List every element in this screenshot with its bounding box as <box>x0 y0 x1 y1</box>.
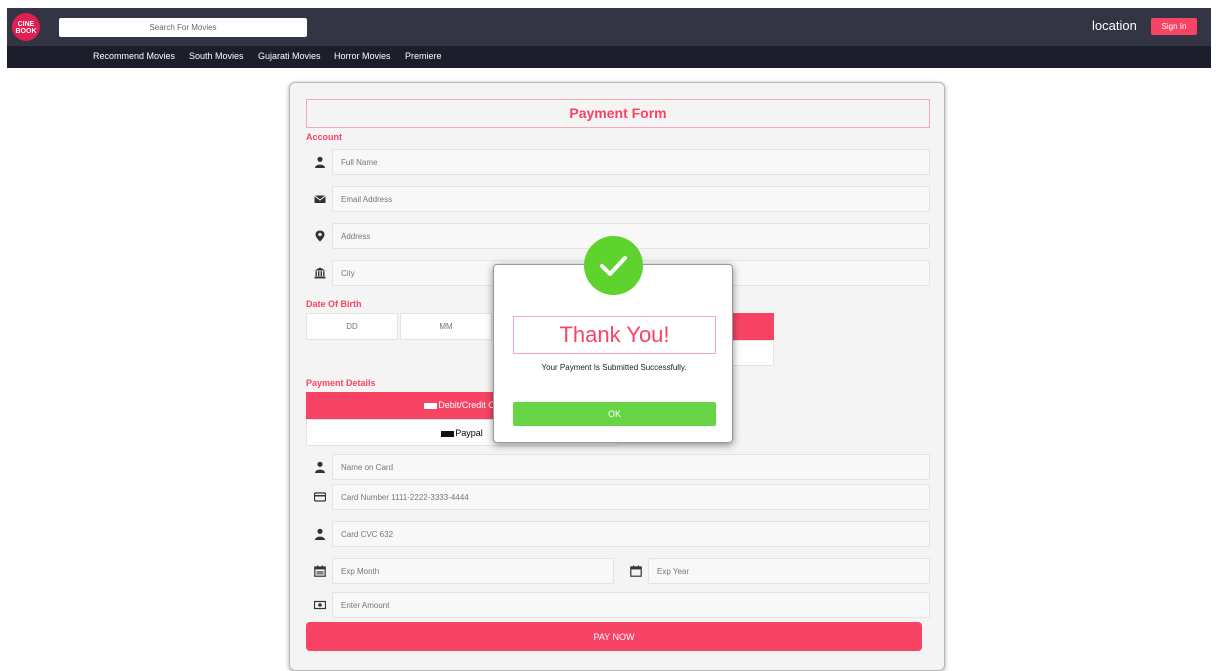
exp-year-field[interactable] <box>648 558 930 584</box>
cinebook-logo[interactable]: CINE BOOK <box>12 13 40 41</box>
card-number-field[interactable] <box>332 484 930 510</box>
tab-paypal-label: Paypal <box>455 428 483 438</box>
credit-card-icon <box>314 492 326 502</box>
nav-premiere[interactable]: Premiere <box>405 51 442 61</box>
gender-option-selected[interactable] <box>730 313 774 340</box>
account-section-label: Account <box>306 132 342 142</box>
success-check-badge <box>584 236 643 295</box>
calendar-icon <box>630 565 642 577</box>
card-cvc-row <box>306 521 930 547</box>
pay-now-button[interactable]: PAY NOW <box>306 622 922 651</box>
user-icon <box>315 461 325 473</box>
nav-gujarati-movies[interactable]: Gujarati Movies <box>258 51 321 61</box>
nav-recommend-movies[interactable]: Recommend Movies <box>93 51 175 61</box>
envelope-icon <box>314 195 326 203</box>
name-on-card-row <box>306 454 930 480</box>
full-name-field[interactable] <box>332 149 930 175</box>
amount-row <box>306 592 930 618</box>
location-link[interactable]: location <box>1092 18 1137 33</box>
modal-message: Your Payment Is Submitted Successfully. <box>541 363 687 372</box>
dob-month-field[interactable]: MM <box>400 313 492 340</box>
user-icon <box>315 156 325 168</box>
ok-button[interactable]: OK <box>513 402 716 426</box>
user-icon <box>315 528 325 540</box>
form-title: Payment Form <box>306 99 930 128</box>
email-field[interactable] <box>332 186 930 212</box>
sign-in-button[interactable]: Sign In <box>1151 18 1197 35</box>
card-number-row <box>306 484 930 510</box>
gender-option[interactable] <box>730 340 774 366</box>
email-row <box>306 186 930 212</box>
card-brand-icon <box>424 402 438 409</box>
full-name-row <box>306 149 930 175</box>
logo-text-line-1: CINE <box>17 21 35 28</box>
top-header: CINE BOOK location Sign In <box>7 8 1211 46</box>
map-pin-icon <box>315 230 325 242</box>
nav-horror-movies[interactable]: Horror Movies <box>334 51 391 61</box>
modal-title: Thank You! <box>513 316 716 354</box>
bank-icon <box>314 267 326 279</box>
payment-details-label: Payment Details <box>306 378 376 388</box>
exp-year-row <box>622 558 930 584</box>
logo-text-line-2: BOOK <box>15 28 37 35</box>
card-cvc-field[interactable] <box>332 521 930 547</box>
category-nav: Recommend Movies South Movies Gujarati M… <box>7 46 1211 68</box>
dob-section-label: Date Of Birth <box>306 299 362 309</box>
search-input[interactable] <box>59 18 307 37</box>
check-icon <box>600 256 627 276</box>
amount-field[interactable] <box>332 592 930 618</box>
name-on-card-field[interactable] <box>332 454 930 480</box>
money-icon <box>314 600 326 610</box>
tab-card-label: Debit/Credit Ca <box>438 400 500 410</box>
calendar-icon <box>314 565 326 577</box>
nav-south-movies[interactable]: South Movies <box>189 51 244 61</box>
exp-month-field[interactable] <box>332 558 614 584</box>
exp-month-row <box>306 558 614 584</box>
paypal-brand-icon <box>441 430 455 437</box>
dob-day-field[interactable]: DD <box>306 313 398 340</box>
